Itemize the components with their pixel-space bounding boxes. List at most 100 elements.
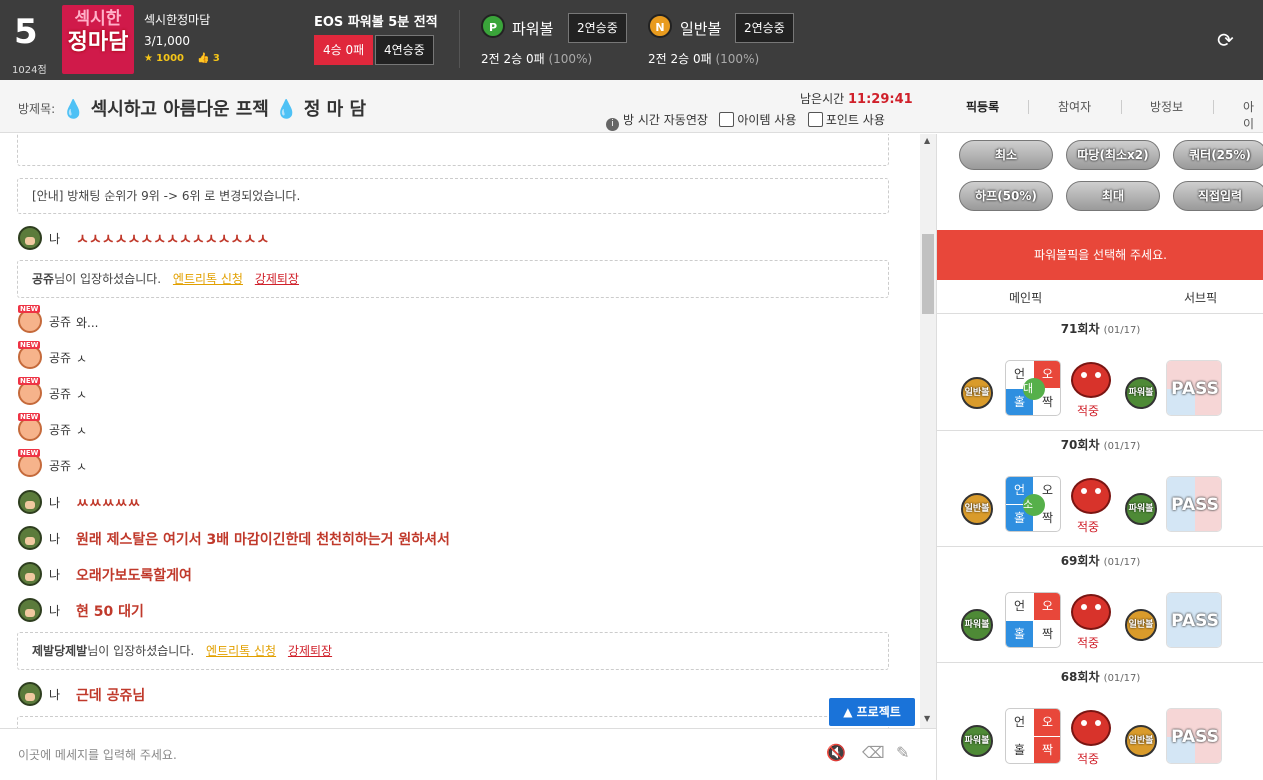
notice-box-partial — [17, 134, 889, 166]
pick-panel: 최소 따당(최소x2) 쿼터(25%) 하프(50%) 최대 직접입력 파워볼픽… — [936, 134, 1263, 780]
normalball-badge: 일반볼 — [1125, 725, 1157, 757]
devil-icon — [1071, 362, 1111, 398]
hit-label: 적중 — [1077, 404, 1100, 418]
avatar: NEW — [18, 305, 42, 333]
room-header: 방제목: 💧 섹시하고 아름다운 프젝 💧 정 마 담 남은시간 11:29:4… — [0, 80, 1263, 133]
devil-icon — [1071, 478, 1111, 514]
normalball-label: 일반볼 — [680, 20, 722, 38]
chat-input[interactable]: 이곳에 메세지를 입력해 주세요. — [18, 746, 177, 763]
entry-request-link[interactable]: 엔트리톡 신청 — [206, 644, 276, 658]
blood-drop-icon: 💧 — [62, 99, 85, 120]
pick-grid: 언오 홀짝 — [1005, 592, 1061, 648]
notice-rank-change: [안내] 방채팅 순위가 9위 -> 6위 로 변경되었습니다. — [17, 178, 889, 214]
chat-message: 나 오래가보도록할게여 — [18, 562, 898, 590]
pick-grid: 언오 홀짝 대 — [1005, 360, 1061, 416]
room-user-count: 3/1,000 — [144, 34, 191, 48]
project-button[interactable]: ▲ 프로젝트 — [829, 698, 915, 726]
main-pick-header: 메인픽 — [1009, 291, 1043, 305]
chat-message: 나 ㅆㅆㅆㅆㅆ — [18, 490, 898, 518]
room-rank: 5 — [14, 12, 38, 52]
normalball-badge: 일반볼 — [961, 377, 993, 409]
magic-wand-icon[interactable]: ✎ — [896, 743, 909, 762]
powerball-label: 파워볼 — [512, 20, 554, 38]
powerball-badge: 파워볼 — [961, 725, 993, 757]
round-row: 파워볼 언오 홀짝 적중 일반볼 PASS — [937, 592, 1263, 664]
powerball-badge: 파워볼 — [1125, 377, 1157, 409]
chat-message: NEW 공쥬 ㅅ — [18, 341, 898, 373]
bet-half-button[interactable]: 하프(50%) — [959, 181, 1053, 211]
normalball-stat: 2전 2승 0패 (100%) — [648, 52, 760, 66]
pass-grid: PASS — [1166, 592, 1222, 648]
round-title: 68회차 (01/17) — [1060, 670, 1141, 684]
normalball-badge: 일반볼 — [1125, 609, 1157, 641]
streak-badge: 4연승중 — [375, 35, 434, 65]
powerball-streak: 2연승중 — [568, 13, 627, 43]
normalball-streak: 2연승중 — [735, 13, 794, 43]
force-exit-link[interactable]: 강제퇴장 — [288, 644, 332, 658]
thumbs-up-icon: 👍 — [197, 53, 210, 64]
avatar — [18, 226, 42, 250]
tab-room-info[interactable]: 방정보 — [1150, 98, 1183, 115]
scroll-up-icon[interactable]: ▲ — [924, 136, 930, 145]
round-row: 일반볼 언오 홀짝 대 적중 파워볼 PASS — [937, 360, 1263, 432]
room-logo: 섹시한 정마담 — [62, 5, 134, 74]
round-title: 71회차 (01/17) — [1060, 322, 1141, 336]
tab-pick-register[interactable]: 픽등록 — [966, 98, 999, 115]
powerball-badge: 파워볼 — [961, 609, 993, 641]
avatar: NEW — [18, 413, 42, 441]
chat-area[interactable]: [안내] 방채팅 순위가 9위 -> 6위 로 변경되었습니다. 나 ㅅㅅㅅㅅㅅ… — [0, 134, 920, 728]
win-loss-badge: 4승 0패 — [314, 35, 374, 65]
avatar — [18, 562, 42, 586]
pick-grid: 언오 홀짝 — [1005, 708, 1061, 764]
scroll-down-icon[interactable]: ▼ — [924, 714, 930, 723]
join-notice: 제발당제발님이 입장하셨습니다. 엔트리톡 신청 강제퇴장 — [17, 632, 889, 670]
force-exit-link[interactable]: 강제퇴장 — [255, 272, 299, 286]
chat-message: NEW 공쥬 와... — [18, 305, 898, 337]
remaining-time: 남은시간 11:29:41 — [800, 92, 913, 107]
powerball-badge: 파워볼 — [1125, 493, 1157, 525]
chat-message: 나 근데 공쥬님 — [18, 682, 898, 710]
top-bar: 5 1024점 섹시한 정마담 섹시한정마담 3/1,000 ★ 1000 👍 … — [0, 0, 1263, 80]
rank-points: 1024점 — [12, 65, 47, 76]
notice-box-partial — [17, 716, 889, 728]
bet-double-button[interactable]: 따당(최소x2) — [1066, 140, 1160, 170]
avatar — [18, 490, 42, 514]
entry-request-link[interactable]: 엔트리톡 신청 — [173, 272, 243, 286]
tab-participants[interactable]: 참여자 — [1058, 98, 1091, 115]
bet-min-button[interactable]: 최소 — [959, 140, 1053, 170]
chat-message: 나 원래 제스탈은 여기서 3배 마감이긴한데 천천히하는거 원하셔서 — [18, 526, 898, 554]
blood-drop-icon: 💧 — [275, 99, 298, 120]
eraser-icon[interactable]: ⌫ — [862, 743, 885, 762]
chat-message: 나 현 50 대기 — [18, 598, 898, 626]
auto-extend-link[interactable]: 방 시간 자동연장 — [623, 113, 708, 127]
avatar: NEW — [18, 377, 42, 405]
hit-label: 적중 — [1077, 520, 1100, 534]
bet-custom-button[interactable]: 직접입력 — [1173, 181, 1263, 211]
pass-grid: PASS — [1166, 708, 1222, 764]
round-row: 파워볼 언오 홀짝 적중 일반볼 PASS — [937, 708, 1263, 780]
item-use-checkbox[interactable] — [719, 112, 735, 127]
avatar — [18, 682, 42, 706]
hit-label: 적중 — [1077, 752, 1100, 766]
devil-icon — [1071, 594, 1111, 630]
star-icon: ★ — [144, 53, 153, 64]
avatar: NEW — [18, 341, 42, 369]
tab-item[interactable]: 아이 — [1243, 98, 1263, 132]
scroll-thumb[interactable] — [922, 234, 934, 314]
refresh-icon[interactable]: ⟳ — [1217, 28, 1234, 52]
divider — [459, 10, 460, 68]
join-notice: 공쥬님이 입장하셨습니다. 엔트리톡 신청 강제퇴장 — [17, 260, 889, 298]
chat-message: NEW 공쥬 ㅅ — [18, 449, 898, 481]
chat-input-bar: 이곳에 메세지를 입력해 주세요. 🔇 ⌫ ✎ — [0, 728, 936, 780]
avatar — [18, 598, 42, 622]
pass-grid: PASS — [1166, 360, 1222, 416]
point-use-checkbox[interactable] — [807, 112, 823, 127]
bet-quarter-button[interactable]: 쿼터(25%) — [1173, 140, 1263, 170]
bet-max-button[interactable]: 최대 — [1066, 181, 1160, 211]
room-stats: ★ 1000 👍 3 — [144, 53, 220, 64]
round-row: 일반볼 언오 홀짝 소 적중 파워볼 PASS — [937, 476, 1263, 548]
mute-icon[interactable]: 🔇 — [826, 743, 846, 762]
chat-scrollbar[interactable]: ▲ ▼ — [920, 134, 936, 728]
powerball-icon: P — [481, 14, 505, 38]
room-title: 💧 섹시하고 아름다운 프젝 💧 정 마 담 — [62, 99, 367, 120]
